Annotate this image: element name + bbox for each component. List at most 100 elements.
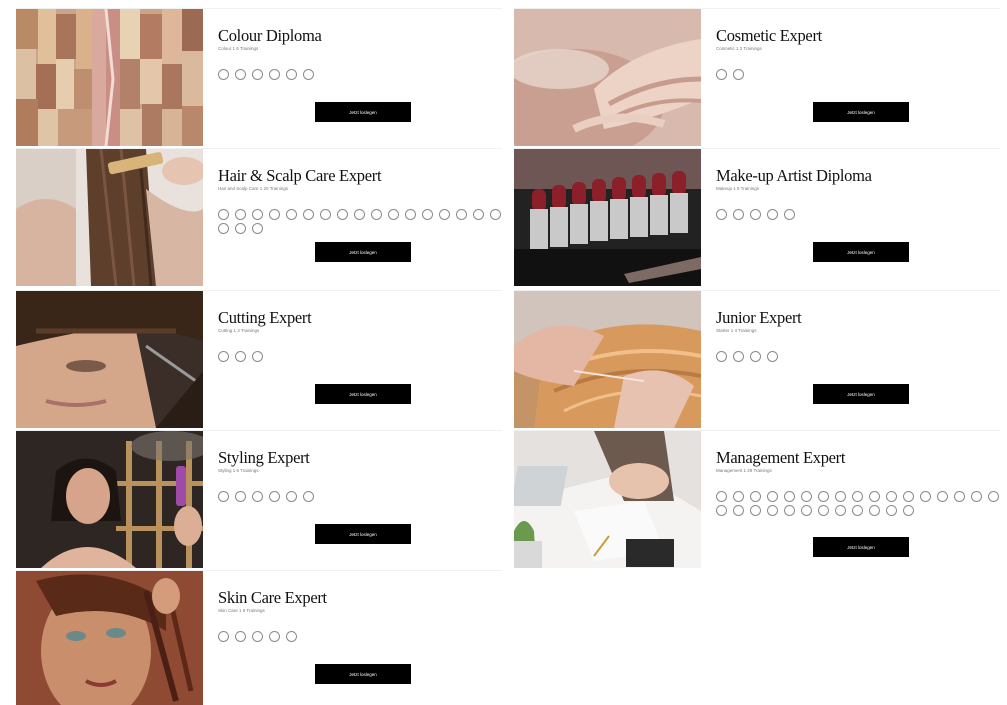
start-button[interactable]: Jetzt loslegen [315, 102, 411, 122]
start-button[interactable]: Jetzt loslegen [813, 384, 909, 404]
progress-circle [733, 491, 744, 502]
start-button[interactable]: Jetzt loslegen [813, 102, 909, 122]
course-title[interactable]: Management Expert [716, 448, 845, 468]
progress-circle [269, 491, 280, 502]
course-title[interactable]: Colour Diploma [218, 26, 322, 46]
hair-inspection-image [514, 291, 701, 428]
progress-circles [218, 351, 504, 362]
progress-circle [235, 209, 246, 220]
course-title[interactable]: Hair & Scalp Care Expert [218, 166, 382, 186]
progress-circle [269, 69, 280, 80]
progress-circle [303, 491, 314, 502]
progress-circle [750, 505, 761, 516]
progress-circle [920, 491, 931, 502]
progress-circle [235, 491, 246, 502]
course-subtitle: Cutting 1 3 Trainings [218, 328, 260, 333]
progress-circle [835, 505, 846, 516]
progress-circle [767, 209, 778, 220]
progress-circle [750, 351, 761, 362]
course-image-junior[interactable] [514, 291, 701, 428]
course-image-styling[interactable] [16, 431, 203, 568]
progress-circles [218, 69, 504, 80]
fringe-cut-image [16, 291, 203, 428]
progress-circle [903, 505, 914, 516]
progress-circle [835, 491, 846, 502]
progress-circle [767, 505, 778, 516]
progress-circle [235, 631, 246, 642]
progress-circle [716, 351, 727, 362]
course-image-makeup[interactable] [514, 149, 701, 286]
course-title[interactable]: Make-up Artist Diploma [716, 166, 872, 186]
progress-circle [235, 351, 246, 362]
progress-circle [252, 69, 263, 80]
progress-circle [252, 223, 263, 234]
progress-circle [473, 209, 484, 220]
progress-circles [218, 631, 504, 642]
course-title[interactable]: Styling Expert [218, 448, 310, 468]
progress-circle [818, 491, 829, 502]
start-button[interactable]: Jetzt loslegen [813, 242, 909, 262]
lipsticks-image [514, 149, 701, 286]
progress-circles [716, 491, 1002, 516]
progress-circle [869, 505, 880, 516]
progress-circle [716, 505, 727, 516]
progress-circle [286, 209, 297, 220]
hair-combing-image [16, 149, 203, 286]
course-title[interactable]: Cosmetic Expert [716, 26, 822, 46]
progress-circle [767, 491, 778, 502]
course-card-management-expert[interactable]: Management Expert Management 1 29 Traini… [514, 430, 1002, 568]
course-card-hair-scalp-care-expert[interactable]: Hair & Scalp Care Expert Hair and Scalp … [16, 148, 502, 286]
progress-circle [971, 491, 982, 502]
progress-circle [269, 631, 280, 642]
course-image-cosmetic-expert[interactable] [514, 9, 701, 146]
start-button[interactable]: Jetzt loslegen [315, 384, 411, 404]
course-card-makeup-artist-diploma[interactable]: Make-up Artist Diploma Makeup 1 5 Traini… [514, 148, 1000, 286]
course-image-cutting[interactable] [16, 291, 203, 428]
progress-circle [439, 209, 450, 220]
progress-circle [733, 209, 744, 220]
course-card-junior-expert[interactable]: Junior Expert Starter 1 4 Trainings Jetz… [514, 290, 1000, 428]
course-title[interactable]: Skin Care Expert [218, 588, 327, 608]
progress-circle [286, 631, 297, 642]
progress-circle [886, 491, 897, 502]
course-subtitle: Starter 1 4 Trainings [716, 328, 757, 333]
progress-circle [235, 69, 246, 80]
start-button[interactable]: Jetzt loslegen [315, 524, 411, 544]
course-image-management[interactable] [514, 431, 701, 568]
course-card-skin-care-expert[interactable]: Skin Care Expert Skin Care 1 5 Trainings… [16, 570, 504, 705]
progress-circle [818, 505, 829, 516]
start-button[interactable]: Jetzt loslegen [315, 664, 411, 684]
course-card-cutting-expert[interactable]: Cutting Expert Cutting 1 3 Trainings Jet… [16, 290, 504, 428]
progress-circle [869, 491, 880, 502]
course-grid: Colour Diploma Colour 1 6 Trainings Jetz… [16, 8, 1002, 705]
course-title[interactable]: Cutting Expert [218, 308, 312, 328]
course-subtitle: Colour 1 6 Trainings [218, 46, 259, 51]
progress-circle [405, 209, 416, 220]
progress-circle [852, 505, 863, 516]
course-title[interactable]: Junior Expert [716, 308, 802, 328]
progress-circle [852, 491, 863, 502]
colour-swatch-image [16, 9, 203, 146]
start-button[interactable]: Jetzt loslegen [315, 242, 411, 262]
skin-treatment-image [514, 9, 701, 146]
course-image-colour-diploma[interactable] [16, 9, 203, 146]
office-desk-image [514, 431, 701, 568]
progress-circle [337, 209, 348, 220]
course-image-hair-scalp[interactable] [16, 149, 203, 286]
course-subtitle: Styling 1 6 Trainings [218, 468, 259, 473]
course-card-cosmetic-expert[interactable]: Cosmetic Expert Cosmetic 1 2 Trainings J… [514, 8, 1000, 146]
course-subtitle: Cosmetic 1 2 Trainings [716, 46, 762, 51]
course-card-styling-expert[interactable]: Styling Expert Styling 1 6 Trainings Jet… [16, 430, 504, 568]
course-image-skin-care[interactable] [16, 571, 203, 705]
progress-circle [750, 209, 761, 220]
start-button[interactable]: Jetzt loslegen [813, 537, 909, 557]
progress-circle [252, 351, 263, 362]
progress-circle [371, 209, 382, 220]
progress-circle [422, 209, 433, 220]
course-card-colour-diploma[interactable]: Colour Diploma Colour 1 6 Trainings Jetz… [16, 8, 504, 146]
course-subtitle: Makeup 1 5 Trainings [716, 186, 760, 191]
progress-circle [750, 491, 761, 502]
progress-circle [988, 491, 999, 502]
progress-circle [801, 491, 812, 502]
progress-circles [218, 491, 504, 502]
